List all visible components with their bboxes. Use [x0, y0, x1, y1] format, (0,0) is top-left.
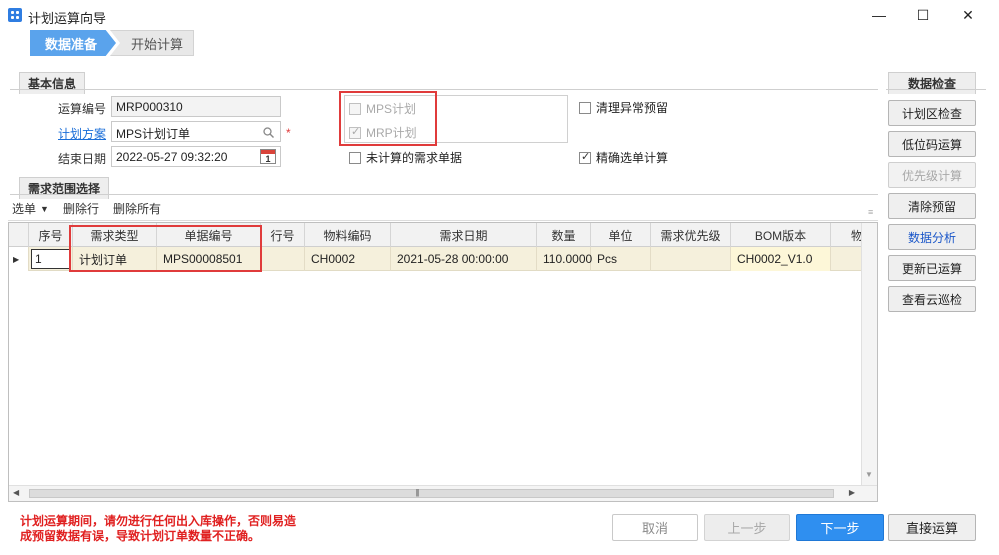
table-cell[interactable]: 1 — [29, 247, 73, 271]
chevron-down-icon: ▼ — [40, 203, 49, 214]
column-header[interactable]: 行号 — [261, 223, 305, 247]
plan-area-check-button[interactable]: 计划区检查 — [888, 100, 976, 126]
divider — [10, 89, 878, 90]
priority-calc-button[interactable]: 优先级计算 — [888, 162, 976, 188]
mrp-plan-label: MRP计划 — [366, 126, 417, 140]
minimize-button[interactable]: — — [856, 0, 902, 30]
section-demand-range: 需求范围选择 — [19, 177, 110, 199]
warning-message: 计划运算期间，请勿进行任何出入库操作，否则易造 成预留数据有误，导致计划订单数量… — [20, 514, 296, 544]
low-level-code-button[interactable]: 低位码运算 — [888, 131, 976, 157]
end-date-value: 2022-05-27 09:32:20 — [116, 150, 228, 164]
end-date-label: 结束日期 — [58, 152, 107, 166]
table-cell[interactable] — [261, 247, 305, 271]
section-data-check: 数据检查 — [888, 72, 976, 94]
column-header[interactable]: 需求优先级 — [651, 223, 731, 247]
divider — [886, 89, 986, 90]
uncalc-demand-option[interactable]: 未计算的需求单据 — [349, 149, 462, 166]
row-indicator-header — [9, 223, 29, 247]
select-menu-label: 选单 — [12, 202, 37, 216]
precise-calc-option[interactable]: 精确选单计算 — [579, 149, 668, 166]
horizontal-scroll-thumb[interactable]: ||| — [29, 488, 834, 498]
end-date-field[interactable]: 2022-05-27 09:32:20 1 — [111, 146, 281, 167]
vertical-scrollbar[interactable]: ▼ — [861, 223, 877, 485]
uncalc-demand-checkbox[interactable] — [349, 151, 361, 164]
data-analysis-button[interactable]: 数据分析 — [888, 224, 976, 250]
mrp-plan-checkbox[interactable] — [349, 125, 361, 139]
cloud-inspection-button[interactable]: 查看云巡检 — [888, 286, 976, 312]
table-cell[interactable] — [651, 247, 731, 271]
horizontal-scrollbar[interactable]: ◀ ||| ▶ — [9, 485, 877, 501]
select-menu[interactable]: 选单 ▼ — [12, 200, 49, 217]
plan-scheme-field[interactable]: MPS计划订单 — [111, 121, 281, 142]
row-pointer-icon: ▶ — [9, 247, 29, 271]
mps-plan-checkbox[interactable] — [349, 102, 361, 115]
section-basic-info: 基本信息 — [19, 72, 86, 94]
next-button[interactable]: 下一步 — [796, 514, 884, 541]
update-calculated-button[interactable]: 更新已运算 — [888, 255, 976, 281]
required-mark: * — [286, 126, 291, 140]
previous-button[interactable]: 上一步 — [704, 514, 790, 541]
column-header[interactable]: BOM版本 — [731, 223, 831, 247]
column-header[interactable]: 物 — [831, 223, 861, 247]
grid-toolbar: 选单 ▼ 删除行 删除所有 — [8, 197, 878, 221]
delete-all-button[interactable]: 删除所有 — [113, 200, 161, 217]
table-cell[interactable]: CH0002 — [305, 247, 391, 271]
plan-scheme-value: MPS计划订单 — [116, 127, 191, 141]
run-number-field[interactable]: MRP000310 — [111, 96, 281, 117]
table-cell[interactable]: 110.0000 — [537, 247, 592, 271]
precise-calc-checkbox[interactable] — [579, 150, 591, 164]
scroll-down-icon[interactable]: ▼ — [865, 470, 873, 479]
toolbar-overflow-icon[interactable]: ≡ — [868, 207, 873, 217]
step-data-prep[interactable]: 数据准备 — [30, 30, 116, 56]
mps-plan-label: MPS计划 — [366, 102, 417, 116]
scroll-grip-icon: ||| — [415, 488, 419, 497]
table-cell[interactable]: 2021-05-28 00:00:00 — [391, 247, 537, 271]
table-cell-editor[interactable]: 1 — [31, 249, 71, 269]
search-icon[interactable] — [263, 127, 274, 138]
table-cell[interactable]: CH0002_V1.0 — [731, 247, 831, 271]
clear-reserve-button[interactable]: 清除预留 — [888, 193, 976, 219]
delete-row-button[interactable]: 删除行 — [63, 200, 99, 217]
run-number-label: 运算编号 — [58, 102, 107, 116]
table-cell[interactable]: Pcs — [591, 247, 651, 271]
mps-plan-option[interactable]: MPS计划 — [349, 100, 416, 117]
clear-reserve-option[interactable]: 清理异常预留 — [579, 99, 668, 116]
clear-reserve-checkbox[interactable] — [579, 101, 591, 114]
close-button[interactable]: ✕ — [945, 0, 991, 30]
direct-run-button[interactable]: 直接运算 — [888, 514, 976, 541]
maximize-button[interactable]: ☐ — [900, 0, 946, 30]
window-title: 计划运算向导 — [28, 11, 107, 26]
precise-calc-label: 精确选单计算 — [596, 151, 669, 165]
uncalc-demand-label: 未计算的需求单据 — [366, 151, 463, 165]
step-start-calc[interactable]: 开始计算 — [110, 30, 194, 56]
cancel-button[interactable]: 取消 — [612, 514, 698, 541]
calendar-day: 1 — [265, 154, 271, 164]
title-bar: 计划运算向导 — ☐ ✕ — [0, 0, 999, 30]
column-header[interactable]: 数量 — [537, 223, 591, 247]
app-icon — [8, 8, 22, 22]
clear-reserve-label: 清理异常预留 — [596, 101, 669, 115]
highlight-box — [69, 225, 262, 272]
column-header[interactable]: 需求日期 — [391, 223, 537, 247]
step-label: 数据准备 — [45, 36, 98, 52]
step-label: 开始计算 — [131, 36, 184, 52]
plan-scheme-link[interactable]: 计划方案 — [58, 125, 106, 142]
table-cell[interactable] — [831, 247, 861, 271]
divider — [10, 194, 878, 195]
warning-line: 成预留数据有误，导致计划订单数量不正确。 — [20, 529, 261, 543]
scroll-left-icon[interactable]: ◀ — [13, 488, 19, 497]
column-header[interactable]: 单位 — [591, 223, 651, 247]
column-header[interactable]: 物料编码 — [305, 223, 391, 247]
warning-line: 计划运算期间，请勿进行任何出入库操作，否则易造 — [20, 514, 297, 528]
scroll-right-icon[interactable]: ▶ — [849, 488, 855, 497]
calendar-icon[interactable]: 1 — [260, 149, 276, 164]
column-header[interactable]: 序号 — [29, 223, 73, 247]
mrp-plan-option[interactable]: MRP计划 — [349, 124, 417, 141]
